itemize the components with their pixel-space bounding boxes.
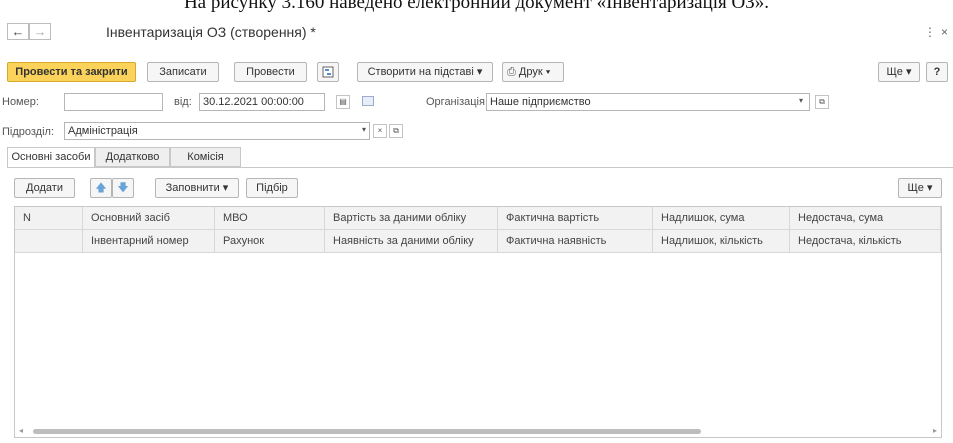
help-button[interactable]: ? bbox=[926, 62, 948, 82]
horizontal-scrollbar[interactable]: ◂ ▸ bbox=[15, 425, 941, 437]
fixed-assets-table[interactable]: N Основний засіб МВО Вартість за даними … bbox=[14, 206, 942, 438]
arrow-down-icon[interactable]: 🡇 bbox=[112, 178, 134, 198]
department-label: Підрозділ: bbox=[2, 126, 55, 138]
open-icon[interactable]: ⧉ bbox=[389, 124, 403, 138]
clear-icon[interactable]: × bbox=[373, 124, 387, 138]
close-icon[interactable]: × bbox=[941, 25, 948, 39]
structure-icon bbox=[322, 66, 334, 78]
organization-value: Наше підприємство bbox=[490, 96, 591, 108]
column-header[interactable]: МВО bbox=[215, 207, 325, 230]
column-header[interactable] bbox=[15, 230, 83, 253]
department-value: Адміністрація bbox=[68, 125, 138, 137]
table-header-row-2: Інвентарний номер Рахунок Наявність за д… bbox=[15, 230, 941, 253]
number-label: Номер: bbox=[2, 96, 39, 108]
number-field[interactable] bbox=[64, 93, 163, 111]
tab-additional[interactable]: Додатково bbox=[95, 147, 170, 167]
post-and-close-button[interactable]: Провести та закрити bbox=[7, 62, 136, 82]
document-caption: На рисунку 3.160 наведено електронний до… bbox=[0, 0, 953, 20]
more-button[interactable]: Ще ▾ bbox=[878, 62, 920, 82]
window-title: Інвентаризація ОЗ (створення) * bbox=[106, 24, 316, 40]
date-label: від: bbox=[174, 96, 192, 108]
scrollbar-thumb[interactable] bbox=[33, 429, 701, 434]
department-field[interactable]: Адміністрація bbox=[64, 122, 370, 140]
print-button[interactable]: ⎙ Друк ▾ bbox=[502, 62, 564, 82]
dropdown-icon[interactable]: ▾ bbox=[794, 95, 808, 109]
table-more-button[interactable]: Ще ▾ bbox=[898, 178, 942, 198]
tab-commission[interactable]: Комісія bbox=[170, 147, 241, 167]
print-label: Друк ▾ bbox=[518, 66, 551, 78]
scroll-left-icon[interactable]: ◂ bbox=[19, 425, 23, 437]
table-header-row-1: N Основний засіб МВО Вартість за даними … bbox=[15, 207, 941, 230]
open-icon[interactable]: ⧉ bbox=[815, 95, 829, 109]
column-header[interactable]: Основний засіб bbox=[83, 207, 215, 230]
column-header[interactable]: Надлишок, сума bbox=[653, 207, 790, 230]
create-based-on-button[interactable]: Створити на підставі ▾ bbox=[357, 62, 493, 82]
document-window: ← → Інвентаризація ОЗ (створення) * ⋮ × … bbox=[0, 20, 953, 443]
structure-button[interactable] bbox=[317, 62, 339, 82]
back-arrow-icon[interactable]: ← bbox=[7, 23, 29, 40]
dropdown-icon[interactable]: ▾ bbox=[357, 124, 371, 138]
title-bar: ← → Інвентаризація ОЗ (створення) * ⋮ × bbox=[0, 20, 953, 44]
column-header[interactable]: Рахунок bbox=[215, 230, 325, 253]
column-header[interactable]: Інвентарний номер bbox=[83, 230, 215, 253]
column-header[interactable]: Недостача, сума bbox=[790, 207, 941, 230]
organization-field[interactable]: Наше підприємство bbox=[486, 93, 810, 111]
forward-arrow-icon[interactable]: → bbox=[29, 23, 51, 40]
post-button[interactable]: Провести bbox=[234, 62, 307, 82]
column-header[interactable]: Надлишок, кількість bbox=[653, 230, 790, 253]
arrow-up-icon[interactable]: 🡅 bbox=[90, 178, 112, 198]
more-vertical-icon[interactable]: ⋮ bbox=[924, 25, 936, 39]
column-header[interactable]: N bbox=[15, 207, 83, 230]
caption-text: На рисунку 3.160 наведено електронний до… bbox=[183, 0, 770, 13]
column-header[interactable]: Недостача, кількість bbox=[790, 230, 941, 253]
select-button[interactable]: Підбір bbox=[246, 178, 298, 198]
organization-label: Організація: bbox=[426, 96, 488, 108]
tab-divider bbox=[7, 167, 953, 168]
calendar-icon[interactable]: ▤ bbox=[336, 95, 350, 109]
scroll-right-icon[interactable]: ▸ bbox=[933, 425, 937, 437]
date-field[interactable]: 30.12.2021 00:00:00 bbox=[199, 93, 325, 111]
tab-fixed-assets[interactable]: Основні засоби bbox=[7, 147, 95, 168]
printer-icon: ⎙ bbox=[507, 66, 516, 78]
save-button[interactable]: Записати bbox=[147, 62, 219, 82]
info-card-icon[interactable] bbox=[362, 96, 374, 106]
add-row-button[interactable]: Додати bbox=[14, 178, 75, 198]
column-header[interactable]: Наявність за даними обліку bbox=[325, 230, 498, 253]
column-header[interactable]: Вартість за даними обліку bbox=[325, 207, 498, 230]
column-header[interactable]: Фактична наявність bbox=[498, 230, 653, 253]
fill-button[interactable]: Заповнити ▾ bbox=[155, 178, 239, 198]
column-header[interactable]: Фактична вартість bbox=[498, 207, 653, 230]
